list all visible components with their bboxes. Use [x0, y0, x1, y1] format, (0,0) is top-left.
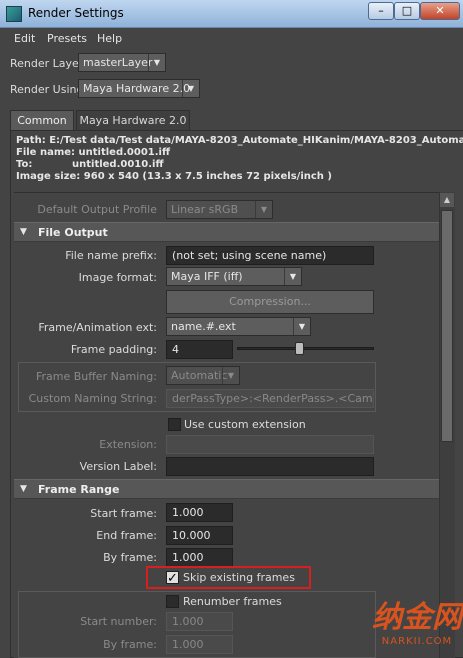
start-frame-input[interactable]: 1.000 [166, 503, 233, 522]
to-label: To: [16, 159, 33, 170]
frame-buffer-naming-label: Frame Buffer Naming: [35, 370, 157, 383]
render-using-label: Render Using [10, 83, 84, 96]
chevron-down-icon: ▼ [293, 318, 310, 335]
render-using-value: Maya Hardware 2.0 [83, 82, 191, 95]
checkmark-icon: ✓ [167, 571, 178, 586]
file-name-prefix-label: File name prefix: [65, 249, 157, 262]
by-frame-label: By frame: [103, 551, 157, 564]
frame-buffer-naming-value: Automatic [171, 369, 228, 382]
renumber-frames-label: Renumber frames [183, 595, 282, 608]
chevron-down-icon: ▼ [222, 367, 239, 384]
version-label-label: Version Label: [79, 460, 157, 473]
default-output-profile-dropdown: Linear sRGB ▼ [166, 200, 273, 219]
custom-naming-input: derPassType>:<RenderPass>.<Camera> [166, 389, 374, 408]
frame-padding-input[interactable]: 4 [166, 340, 233, 359]
use-custom-extension-label: Use custom extension [184, 418, 306, 431]
window-title: Render Settings [28, 6, 124, 20]
default-output-profile-label: Default Output Profile [37, 203, 157, 216]
file-name-value: untitled.0001.iff [78, 147, 171, 158]
tab-common[interactable]: Common [10, 110, 74, 131]
file-output-section-header[interactable]: ▼ File Output [14, 222, 439, 242]
start-number-label: Start number: [80, 615, 157, 628]
scroll-up-arrow-icon[interactable]: ▲ [440, 193, 454, 207]
frame-padding-label: Frame padding: [70, 343, 157, 356]
frame-ext-label: Frame/Animation ext: [38, 321, 157, 334]
end-frame-label: End frame: [96, 529, 157, 542]
extension-label: Extension: [99, 438, 157, 451]
image-format-label: Image format: [78, 271, 157, 284]
image-format-dropdown[interactable]: Maya IFF (iff) ▼ [166, 267, 302, 286]
frame-range-section-header[interactable]: ▼ Frame Range [14, 479, 439, 499]
maximize-button[interactable]: □ [394, 2, 420, 20]
use-custom-extension-checkbox[interactable] [168, 418, 181, 431]
tab-maya-hardware[interactable]: Maya Hardware 2.0 [76, 110, 190, 130]
watermark-subtext: NARKII.COM [381, 636, 453, 647]
render-info: Path: E:/Test data/Test data/MAYA-8203_A… [16, 135, 463, 183]
menu-help[interactable]: Help [97, 32, 122, 45]
scrollbar-thumb[interactable] [441, 210, 453, 442]
renumber-frames-checkbox[interactable] [166, 595, 179, 608]
frame-ext-dropdown[interactable]: name.#.ext ▼ [166, 317, 311, 336]
collapse-triangle-icon: ▼ [20, 484, 27, 494]
title-bar: Render Settings – □ ✕ [0, 0, 463, 28]
compression-button[interactable]: Compression... [166, 290, 374, 314]
menu-edit[interactable]: Edit [14, 32, 35, 45]
minimize-button[interactable]: – [368, 2, 394, 20]
render-layer-label: Render Layer [10, 57, 84, 70]
image-size-text: Image size: 960 x 540 (13.3 x 7.5 inches… [16, 171, 332, 182]
by-frame-input[interactable]: 1.000 [166, 548, 233, 567]
chevron-down-icon: ▼ [284, 268, 301, 285]
path-text: Path: E:/Test data/Test data/MAYA-8203_A… [16, 135, 463, 146]
menu-presets[interactable]: Presets [47, 32, 87, 45]
frame-ext-value: name.#.ext [171, 320, 236, 333]
skip-existing-frames-label: Skip existing frames [183, 571, 295, 584]
watermark-logo: 纳金网 NARKII.COM [372, 600, 462, 658]
chevron-down-icon: ▼ [255, 201, 272, 218]
to-line: To: untitled.0010.iff [16, 159, 463, 171]
skip-existing-frames-checkbox[interactable]: ✓ [166, 571, 179, 586]
by-frame-2-input: 1.000 [166, 635, 233, 654]
by-frame-2-label: By frame: [103, 638, 157, 651]
version-label-input[interactable] [166, 457, 374, 476]
close-button[interactable]: ✕ [420, 2, 460, 20]
render-layer-value: masterLayer [83, 56, 153, 69]
frame-buffer-naming-dropdown: Automatic ▼ [166, 366, 240, 385]
file-name-line: File name: untitled.0001.iff [16, 147, 463, 159]
render-using-dropdown[interactable]: Maya Hardware 2.0 ▼ [78, 79, 200, 98]
custom-naming-label: Custom Naming String: [28, 392, 157, 405]
menu-bar: Edit Presets Help [0, 28, 463, 50]
chevron-down-icon: ▼ [182, 80, 199, 97]
file-name-label: File name: [16, 147, 76, 158]
to-value: untitled.0010.iff [72, 159, 164, 170]
maya-app-icon [6, 6, 22, 22]
file-name-prefix-input[interactable]: (not set; using scene name) [166, 246, 374, 265]
end-frame-input[interactable]: 10.000 [166, 526, 233, 545]
image-format-value: Maya IFF (iff) [171, 270, 243, 283]
start-frame-label: Start frame: [90, 507, 157, 520]
frame-range-title: Frame Range [38, 483, 120, 496]
file-output-title: File Output [38, 226, 108, 239]
chevron-down-icon: ▼ [148, 54, 165, 71]
frame-padding-slider-track[interactable] [237, 347, 374, 350]
collapse-triangle-icon: ▼ [20, 227, 27, 237]
start-number-input: 1.000 [166, 612, 233, 631]
render-layer-dropdown[interactable]: masterLayer ▼ [78, 53, 166, 72]
default-output-profile-value: Linear sRGB [171, 203, 239, 216]
frame-padding-slider-thumb[interactable] [294, 342, 304, 355]
watermark-text: 纳金网 [372, 600, 462, 635]
extension-input [166, 435, 374, 454]
